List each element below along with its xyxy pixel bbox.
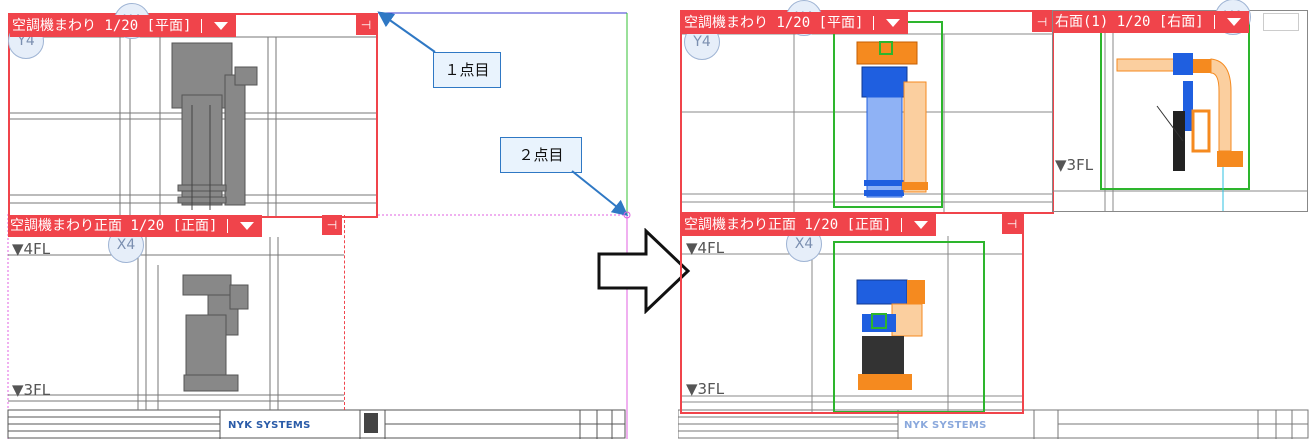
right-side-viewport[interactable]: Y4 ▼3FL 右面(1) 1/20 [右面] (1052, 0, 1308, 212)
dropdown-arrow-icon[interactable] (886, 19, 901, 27)
callout-leader-lines (377, 11, 631, 219)
title-separator (1213, 15, 1215, 29)
plan-drawing-colored (682, 21, 1052, 212)
dropdown-arrow-icon[interactable] (914, 221, 929, 229)
front-drawing-colored (682, 236, 1022, 412)
level-label-3fl: ▼3FL (686, 380, 725, 398)
right-side-title-bar[interactable]: 右面(1) 1/20 [右面] (1053, 11, 1249, 33)
right-plan-viewport[interactable]: Y4 X4 空調機まわり 1/20 [平面] ⊣ (680, 0, 1054, 214)
pin-icon[interactable]: ⊣ (1002, 214, 1022, 234)
level-label-3fl: ▼3FL (1055, 156, 1094, 174)
right-front-title-bar[interactable]: 空調機まわり正面 1/20 [正面] (682, 214, 937, 236)
left-drawing-area: Y4 X4 空調機まわり 1/20 [平面] ⊣ (0, 0, 640, 439)
level-label-4fl: ▼4FL (686, 239, 725, 257)
right-front-viewport[interactable]: X4 ▼4FL ▼3FL 空調機まわり正面 1/20 [正面] ⊣ (680, 212, 1024, 414)
company-logo: NYK SYSTEMS (228, 420, 311, 431)
right-plan-title-bar[interactable]: 空調機まわり 1/20 [平面] (682, 12, 909, 34)
viewport-title: 空調機まわり正面 1/20 [正面] (684, 217, 892, 233)
company-logo: NYK SYSTEMS (904, 420, 987, 431)
viewport-title: 空調機まわり 1/20 [平面] (684, 15, 864, 31)
title-separator (873, 16, 875, 30)
right-drawing-area: Y4 X4 空調機まわり 1/20 [平面] ⊣ (678, 0, 1312, 439)
pin-icon[interactable]: ⊣ (1032, 12, 1052, 32)
dropdown-arrow-icon[interactable] (1226, 18, 1241, 26)
viewport-title: 右面(1) 1/20 [右面] (1055, 14, 1204, 30)
title-separator (901, 218, 903, 232)
side-title-input[interactable] (1263, 13, 1299, 31)
side-drawing-colored (1053, 11, 1307, 211)
